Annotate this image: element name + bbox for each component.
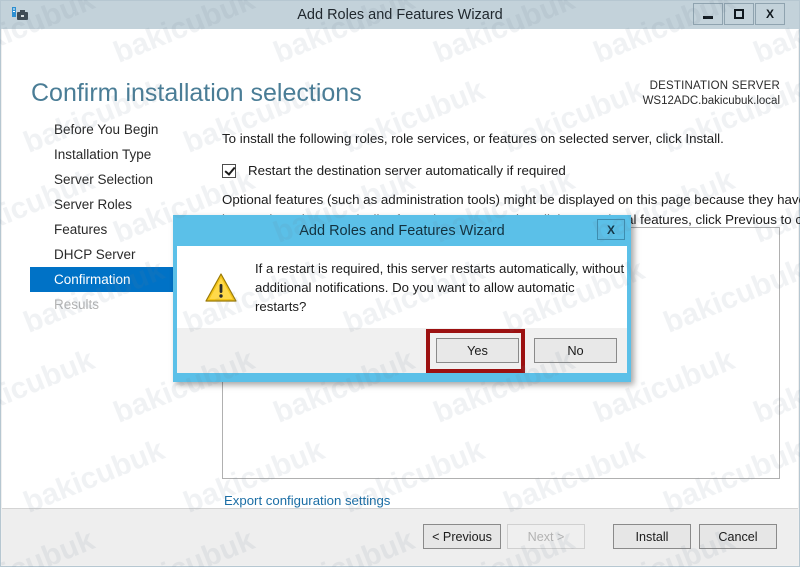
page-title: Confirm installation selections xyxy=(31,79,362,107)
page-header: Confirm installation selections DESTINAT… xyxy=(2,29,798,107)
destination-server-value: WS12ADC.bakicubuk.local xyxy=(642,95,780,107)
wizard-footer: < Previous Next > Install Cancel xyxy=(2,508,798,565)
confirm-restart-dialog: Add Roles and Features Wizard X If a res… xyxy=(173,215,631,382)
minimize-button[interactable] xyxy=(693,3,723,25)
destination-server-label: DESTINATION SERVER xyxy=(649,80,780,92)
restart-checkbox[interactable] xyxy=(222,163,236,178)
restart-checkbox-row[interactable]: Restart the destination server automatic… xyxy=(222,163,782,178)
sidebar-item-before-you-begin[interactable]: Before You Begin xyxy=(2,117,210,142)
intro-text: To install the following roles, role ser… xyxy=(222,131,724,146)
destination-server-block: DESTINATION SERVER WS12ADC.bakicubuk.loc… xyxy=(643,79,780,109)
dialog-message-line-1: If a restart is required, this server re… xyxy=(255,260,625,276)
optional-features-line-1: Optional features (such as administratio… xyxy=(222,192,800,207)
dialog-titlebar: Add Roles and Features Wizard X xyxy=(173,215,631,247)
wizard-page: Confirm installation selections DESTINAT… xyxy=(2,29,800,565)
next-button: Next > xyxy=(507,524,585,549)
restart-checkbox-label: Restart the destination server automatic… xyxy=(248,163,566,178)
sidebar-item-installation-type[interactable]: Installation Type xyxy=(2,142,210,167)
dialog-close-button[interactable]: X xyxy=(597,219,625,240)
sidebar-item-server-selection[interactable]: Server Selection xyxy=(2,167,210,192)
dialog-message-line-2: additional notifications. Do you want to… xyxy=(255,279,575,314)
dialog-title: Add Roles and Features Wizard xyxy=(299,223,505,239)
maximize-button[interactable] xyxy=(724,3,754,25)
install-button[interactable]: Install xyxy=(613,524,691,549)
window-titlebar: Add Roles and Features Wizard X xyxy=(1,1,799,29)
yes-button[interactable]: Yes xyxy=(436,338,519,363)
window-title: Add Roles and Features Wizard xyxy=(297,7,503,23)
close-button[interactable]: X xyxy=(755,3,785,25)
dialog-message: If a restart is required, this server re… xyxy=(255,259,627,316)
cancel-button[interactable]: Cancel xyxy=(699,524,777,549)
wizard-window: Add Roles and Features Wizard X Confirm … xyxy=(0,0,800,567)
previous-button[interactable]: < Previous xyxy=(423,524,501,549)
no-button[interactable]: No xyxy=(534,338,617,363)
sidebar-item-server-roles[interactable]: Server Roles xyxy=(2,192,210,217)
dialog-button-bar: Yes No xyxy=(177,328,627,373)
warning-triangle-icon xyxy=(205,272,237,302)
dialog-body: If a restart is required, this server re… xyxy=(177,246,627,328)
